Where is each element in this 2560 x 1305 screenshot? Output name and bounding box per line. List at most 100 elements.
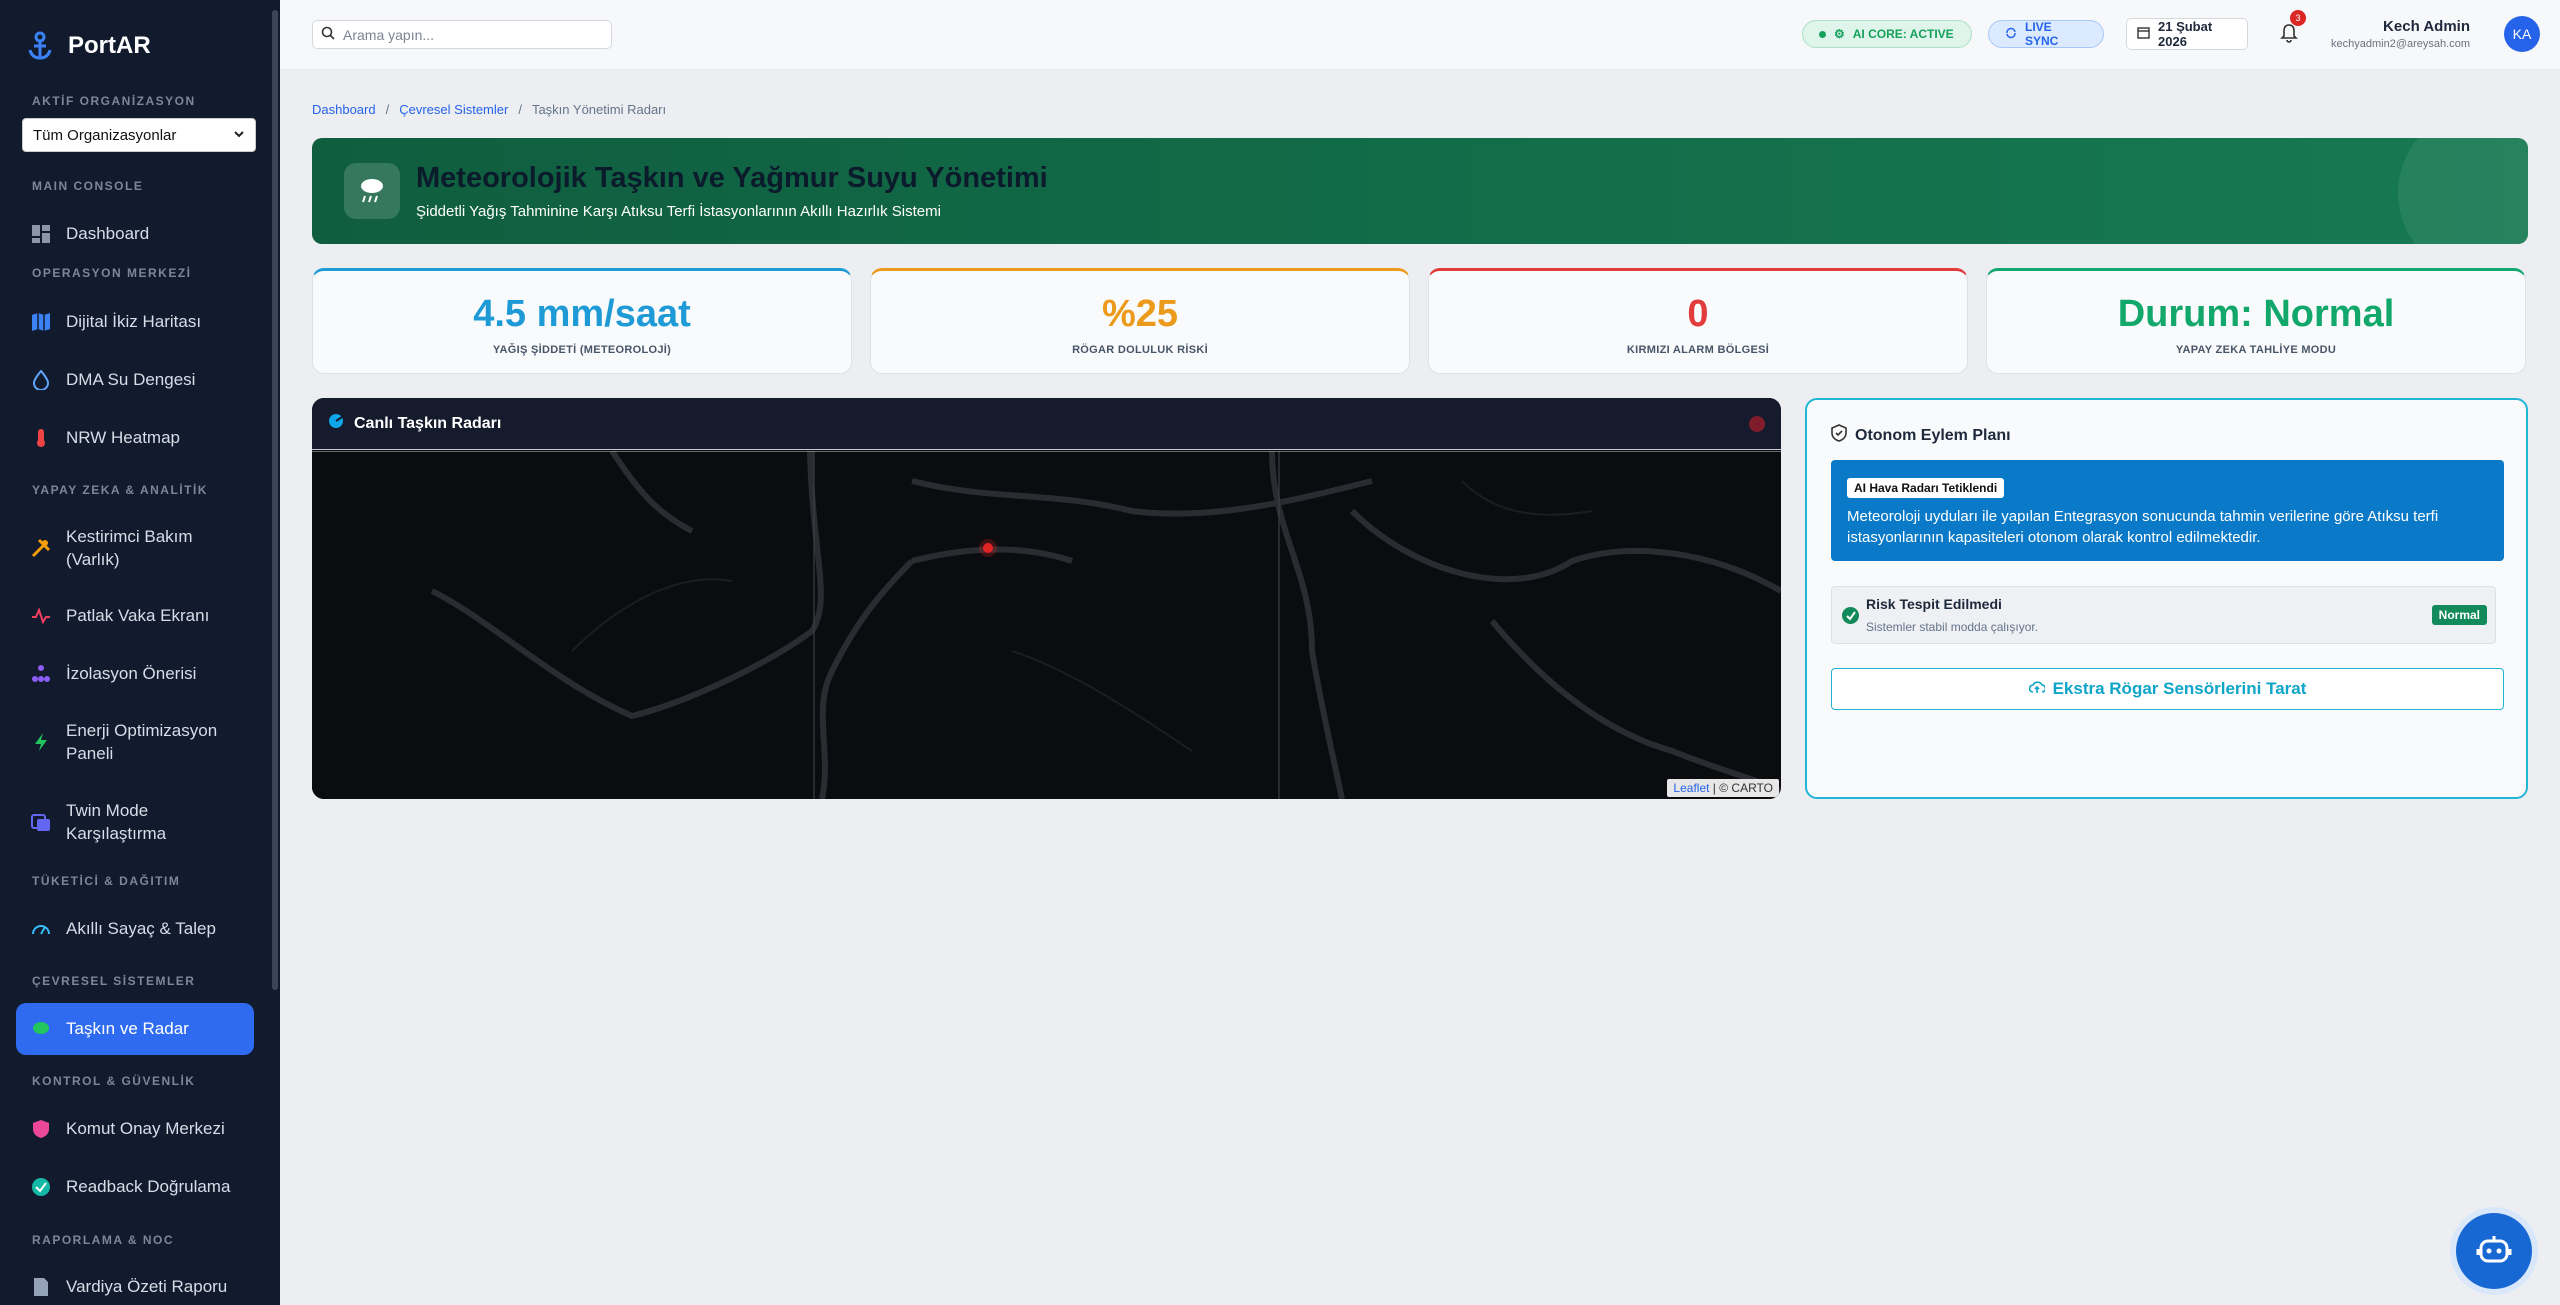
sidebar-item-dashboard[interactable]: Dashboard	[16, 218, 254, 250]
stat-value: Durum: Normal	[2117, 293, 2395, 335]
breadcrumb-dashboard[interactable]: Dashboard	[312, 102, 376, 117]
date-display: 21 Şubat 2026	[2126, 18, 2248, 50]
section-env: ÇEVRESEL SİSTEMLER	[32, 974, 196, 988]
hero-banner: Meteorolojik Taşkın ve Yağmur Suyu Yönet…	[312, 138, 2528, 244]
sidebar-item-label: Akıllı Sayaç & Talep	[66, 919, 216, 938]
action-plan-card: Otonom Eylem Planı AI Hava Radarı Tetikl…	[1805, 398, 2528, 799]
shield-icon	[30, 1118, 52, 1140]
sidebar-item-dma[interactable]: DMA Su Dengesi	[16, 364, 254, 396]
sidebar-item-predictive[interactable]: Kestirimci Bakım (Varlık)	[16, 522, 254, 574]
live-sync-status[interactable]: LIVE SYNC	[1988, 20, 2104, 48]
ai-core-label: AI CORE: ACTIVE	[1852, 27, 1954, 41]
cloud-upload-icon	[2028, 679, 2046, 699]
ai-core-status: ⚙ AI CORE: ACTIVE	[1802, 20, 1972, 48]
risk-status-row: Risk Tespit Edilmedi Sistemler stabil mo…	[1831, 586, 2496, 644]
stat-card-red-alarm: 0 KIRMIZI ALARM BÖLGESİ	[1428, 268, 1968, 374]
map-attribution: Leaflet | © CARTO	[1667, 779, 1779, 797]
network-icon	[30, 663, 52, 685]
map-title: Canlı Taşkın Radarı	[354, 414, 502, 432]
map-icon	[30, 311, 52, 333]
sidebar-item-label: NRW Heatmap	[66, 428, 180, 447]
calendar-icon	[2137, 26, 2150, 42]
rain-cloud-icon	[344, 163, 400, 219]
droplet-icon	[30, 369, 52, 391]
gauge-icon	[30, 918, 52, 940]
page-title: Meteorolojik Taşkın ve Yağmur Suyu Yönet…	[416, 162, 1048, 194]
thermometer-icon	[30, 427, 52, 449]
stat-card-rainfall: 4.5 mm/saat YAĞIŞ ŞİDDETİ (METEOROLOJİ)	[312, 268, 852, 374]
org-select[interactable]: Tüm Organizasyonlar	[22, 118, 256, 152]
rain-cloud-icon	[30, 1018, 52, 1040]
section-control: KONTROL & GÜVENLİK	[32, 1074, 196, 1088]
stat-label: KIRMIZI ALARM BÖLGESİ	[1626, 344, 1770, 356]
sidebar: PortAR AKTİF ORGANİZASYON Tüm Organizasy…	[0, 0, 280, 1305]
status-badge: Normal	[2431, 605, 2487, 625]
stat-label: YAĞIŞ ŞİDDETİ (METEOROLOJİ)	[492, 344, 672, 356]
sidebar-item-flood[interactable]: Taşkın ve Radar	[16, 1003, 254, 1055]
scan-sensors-button[interactable]: Ekstra Rögar Sensörlerini Tarat	[1831, 668, 2504, 710]
sidebar-item-burst[interactable]: Patlak Vaka Ekranı	[16, 600, 254, 632]
document-icon	[30, 1276, 52, 1298]
sidebar-item-digital-twin[interactable]: Dijital İkiz Haritası	[16, 306, 254, 338]
sidebar-item-meter[interactable]: Akıllı Sayaç & Talep	[16, 913, 254, 945]
risk-subtitle: Sistemler stabil modda çalışıyor.	[1866, 620, 2039, 634]
stat-value: %25	[1101, 293, 1179, 335]
sidebar-item-label: Enerji Optimizasyon Paneli	[66, 721, 218, 763]
section-consumer: TÜKETİCİ & DAĞITIM	[32, 874, 181, 888]
sidebar-item-label: Dijital İkiz Haritası	[66, 312, 202, 331]
user-info[interactable]: Kech Admin kechyadmin2@areysah.com	[2331, 18, 2470, 50]
stat-label: YAPAY ZEKA TAHLİYE MODU	[2175, 344, 2337, 356]
org-label: AKTİF ORGANİZASYON	[32, 94, 196, 108]
attribution-leaflet-link[interactable]: Leaflet	[1673, 781, 1709, 795]
radar-map[interactable]: Leaflet | © CARTO	[312, 451, 1781, 799]
stat-value: 0	[1687, 293, 1709, 335]
notification-button[interactable]: 3	[2274, 10, 2306, 50]
sidebar-item-label: Patlak Vaka Ekranı	[66, 606, 210, 625]
brand-name: PortAR	[68, 32, 151, 59]
breadcrumb-separator: /	[385, 102, 390, 117]
sidebar-item-label: Dashboard	[66, 224, 150, 243]
brand[interactable]: PortAR	[22, 28, 151, 64]
sidebar-item-nrw[interactable]: NRW Heatmap	[16, 422, 254, 454]
sidebar-item-isolation[interactable]: İzolasyon Önerisi	[16, 658, 254, 690]
search-placeholder: Arama yapın...	[343, 26, 435, 43]
flood-radar-card: Canlı Taşkın Radarı Leaflet | © CARTO	[312, 398, 1781, 799]
sidebar-scrollbar[interactable]	[272, 10, 278, 990]
search-icon	[321, 26, 335, 43]
plan-header: Otonom Eylem Planı	[1831, 424, 2011, 447]
sidebar-item-label: İzolasyon Önerisi	[66, 664, 197, 683]
section-main: MAIN CONSOLE	[32, 179, 144, 193]
chevron-down-icon	[233, 127, 245, 144]
status-dot-icon	[1819, 30, 1826, 38]
sidebar-item-shift-report[interactable]: Vardiya Özeti Raporu	[16, 1271, 254, 1303]
shield-check-icon	[1831, 424, 1847, 447]
stat-label: RÖGAR DOLULUK RİSKİ	[1072, 344, 1208, 356]
record-indicator-icon	[1749, 416, 1765, 432]
sidebar-item-twin-mode[interactable]: Twin Mode Karşılaştırma	[16, 796, 254, 848]
attribution-text: | © CARTO	[1712, 781, 1773, 795]
search-input[interactable]: Arama yapın...	[312, 20, 612, 49]
breadcrumb-current: Taşkın Yönetimi Radarı	[531, 102, 667, 117]
sidebar-item-readback[interactable]: Readback Doğrulama	[16, 1171, 254, 1203]
breadcrumb-environmental[interactable]: Çevresel Sistemler	[399, 102, 508, 117]
avatar[interactable]: KA	[2504, 16, 2540, 52]
assistant-bot-button[interactable]	[2456, 1213, 2532, 1289]
section-ops: OPERASYON MERKEZİ	[32, 266, 192, 280]
sidebar-item-label: Taşkın ve Radar	[66, 1019, 189, 1038]
user-email: kechyadmin2@areysah.com	[2331, 38, 2470, 50]
map-header: Canlı Taşkın Radarı	[312, 398, 1781, 450]
lightning-icon	[30, 731, 52, 753]
ai-alert-box: AI Hava Radarı Tetiklendi Meteoroloji uy…	[1831, 460, 2504, 561]
hero-decoration	[2398, 138, 2528, 244]
breadcrumb-separator: /	[518, 102, 522, 117]
robot-icon	[2476, 1233, 2512, 1270]
sidebar-item-approval[interactable]: Komut Onay Merkezi	[16, 1113, 254, 1145]
risk-title: Risk Tespit Edilmedi	[1866, 596, 2002, 612]
scan-button-label: Ekstra Rögar Sensörlerini Tarat	[2052, 679, 2307, 698]
sync-icon	[2005, 27, 2017, 42]
sidebar-item-energy[interactable]: Enerji Optimizasyon Paneli	[16, 716, 254, 768]
page-subtitle: Şiddetli Yağış Tahminine Karşı Atıksu Te…	[416, 203, 941, 220]
dashboard-icon	[30, 223, 52, 245]
robot-icon: ⚙	[1834, 27, 1845, 41]
sidebar-item-label: DMA Su Dengesi	[66, 370, 196, 389]
